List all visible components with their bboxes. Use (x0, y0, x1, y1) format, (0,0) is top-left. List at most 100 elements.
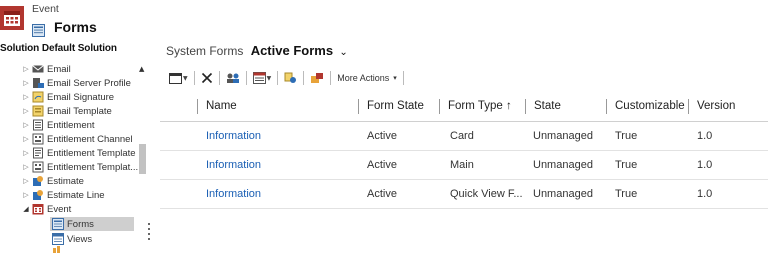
sidebar-item-label: Estimate (47, 175, 84, 187)
server-profile-icon (32, 77, 44, 89)
sidebar-item-forms[interactable]: Forms (50, 217, 134, 231)
sidebar-item-entitlement-channel[interactable]: ▷ Entitlement Channel (20, 132, 133, 146)
view-selector-active[interactable]: Active Forms (251, 43, 333, 58)
form-type-cell: Card (450, 130, 474, 142)
toolbar-divider (402, 71, 404, 85)
state-cell: Unmanaged (533, 188, 593, 200)
table-row[interactable]: Information Active Main Unmanaged True 1… (160, 151, 768, 180)
form-icon (32, 22, 45, 37)
entitlement-template-icon (32, 147, 44, 159)
form-name-link[interactable]: Information (206, 188, 261, 200)
security-roles-icon (226, 69, 240, 88)
signature-icon (32, 91, 44, 103)
scroll-up-icon[interactable]: ▲ (139, 65, 144, 73)
sidebar-item-email-signature[interactable]: ▷ Email Signature (20, 90, 114, 104)
page-header: Event Forms (0, 0, 768, 40)
new-form-icon (169, 69, 182, 88)
sidebar-item-label: Estimate Line (47, 189, 105, 201)
expand-arrow-icon[interactable]: ▷ (20, 79, 32, 87)
sidebar-item-email[interactable]: ▷ Email (20, 62, 71, 76)
views-icon (52, 233, 64, 245)
form-name-link[interactable]: Information (206, 130, 261, 142)
state-cell: Unmanaged (533, 159, 593, 171)
sidebar-item-entitlement[interactable]: ▷ Entitlement (20, 118, 95, 132)
dependencies-icon (284, 69, 297, 88)
view-selector[interactable]: System Forms Active Forms ⌄ (166, 43, 348, 58)
customizable-cell: True (615, 130, 638, 142)
expand-arrow-icon[interactable]: ▷ (20, 93, 32, 101)
collapse-arrow-icon[interactable]: ◢ (20, 205, 32, 213)
scrollbar-thumb[interactable] (139, 144, 146, 174)
column-header-name[interactable]: Name (197, 99, 237, 114)
dropdown-arrow-icon[interactable]: ▼ (267, 75, 272, 82)
solution-sidebar: Solution Default Solution ▷ Email ▷ Emai… (0, 40, 150, 253)
toolbar-divider (303, 71, 305, 85)
dropdown-arrow-icon[interactable]: ▼ (183, 75, 188, 82)
expand-arrow-icon[interactable]: ▷ (20, 107, 32, 115)
expand-arrow-icon[interactable]: ▷ (20, 121, 32, 129)
column-header-form-type[interactable]: Form Type ↑ (439, 99, 512, 114)
sidebar-item-entitlement-template[interactable]: ▷ Entitlement Template (20, 146, 136, 160)
assign-roles-button[interactable] (223, 69, 243, 87)
expand-arrow-icon[interactable]: ▷ (20, 191, 32, 199)
toolbar-divider (277, 71, 279, 85)
table-row[interactable]: Information Active Quick View F... Unman… (160, 180, 768, 209)
expand-arrow-icon[interactable]: ▷ (20, 149, 32, 157)
more-actions-label: More Actions (337, 73, 390, 83)
estimate-icon (32, 175, 44, 187)
customizable-cell: True (615, 188, 638, 200)
sidebar-item-event[interactable]: ◢ Event (20, 202, 71, 216)
new-form-button[interactable]: ▼ (166, 69, 191, 87)
sidebar-item-label: Views (67, 233, 93, 245)
sidebar-item-label: Email Server Profile (47, 77, 131, 89)
sidebar-item-label: Email Signature (47, 91, 115, 103)
form-state-cell: Active (367, 130, 397, 142)
form-order-icon (252, 69, 266, 88)
expand-arrow-icon[interactable]: ▷ (20, 163, 32, 171)
grid-header: Name Form State Form Type ↑ State Custom… (160, 90, 768, 122)
more-actions-button[interactable]: More Actions ▾ (334, 69, 400, 87)
form-order-button[interactable]: ▼ (250, 69, 275, 87)
version-cell: 1.0 (697, 159, 713, 171)
delete-button[interactable] (198, 69, 216, 87)
table-row[interactable]: Information Active Card Unmanaged True 1… (160, 122, 768, 151)
sidebar-item-label: Entitlement (47, 119, 95, 131)
sidebar-item-email-template[interactable]: ▷ Email Template (20, 104, 112, 118)
solution-label: Solution Default Solution (0, 43, 117, 54)
email-icon (32, 63, 44, 75)
dropdown-arrow-icon: ▾ (393, 75, 397, 82)
expand-arrow-icon[interactable]: ▷ (20, 135, 32, 143)
sidebar-item-label: Entitlement Template (47, 147, 136, 159)
chevron-down-icon[interactable]: ⌄ (339, 47, 347, 58)
entitlement-template-icon (32, 161, 44, 173)
managed-properties-button[interactable] (307, 69, 327, 87)
expand-arrow-icon[interactable]: ▷ (20, 65, 32, 73)
column-header-version[interactable]: Version (688, 99, 735, 114)
page-title: Forms (54, 19, 97, 35)
sidebar-item-email-server-profile[interactable]: ▷ Email Server Profile (20, 76, 131, 90)
sidebar-item-label: Entitlement Templat... (47, 161, 139, 173)
state-cell: Unmanaged (533, 130, 593, 142)
column-header-customizable[interactable]: Customizable (606, 99, 685, 114)
expand-arrow-icon[interactable]: ▷ (20, 177, 32, 185)
sidebar-item-estimate[interactable]: ▷ Estimate (20, 174, 84, 188)
form-state-cell: Active (367, 159, 397, 171)
main-panel: System Forms Active Forms ⌄ ▼ ▼ More Act… (160, 40, 768, 253)
grid-toolbar: ▼ ▼ More Actions ▾ (166, 69, 407, 87)
column-header-state[interactable]: State (525, 99, 561, 114)
sidebar-item-label: Email Template (47, 105, 112, 117)
sidebar-item-label: Event (47, 203, 72, 215)
sidebar-item-label: Email (47, 63, 71, 75)
sidebar-item-partial (50, 246, 67, 253)
dependencies-button[interactable] (281, 69, 300, 87)
managed-properties-icon (310, 69, 324, 88)
sidebar-item-views[interactable]: Views (50, 232, 92, 246)
column-header-form-state[interactable]: Form State (358, 99, 424, 114)
sidebar-item-entitlement-template-product[interactable]: ▷ Entitlement Templat... (20, 160, 138, 174)
sidebar-item-estimate-line[interactable]: ▷ Estimate Line (20, 188, 105, 202)
template-icon (32, 105, 44, 117)
form-name-link[interactable]: Information (206, 159, 261, 171)
entity-label: Event (32, 3, 59, 15)
pane-splitter-handle[interactable] (148, 223, 150, 243)
estimate-line-icon (32, 189, 44, 201)
